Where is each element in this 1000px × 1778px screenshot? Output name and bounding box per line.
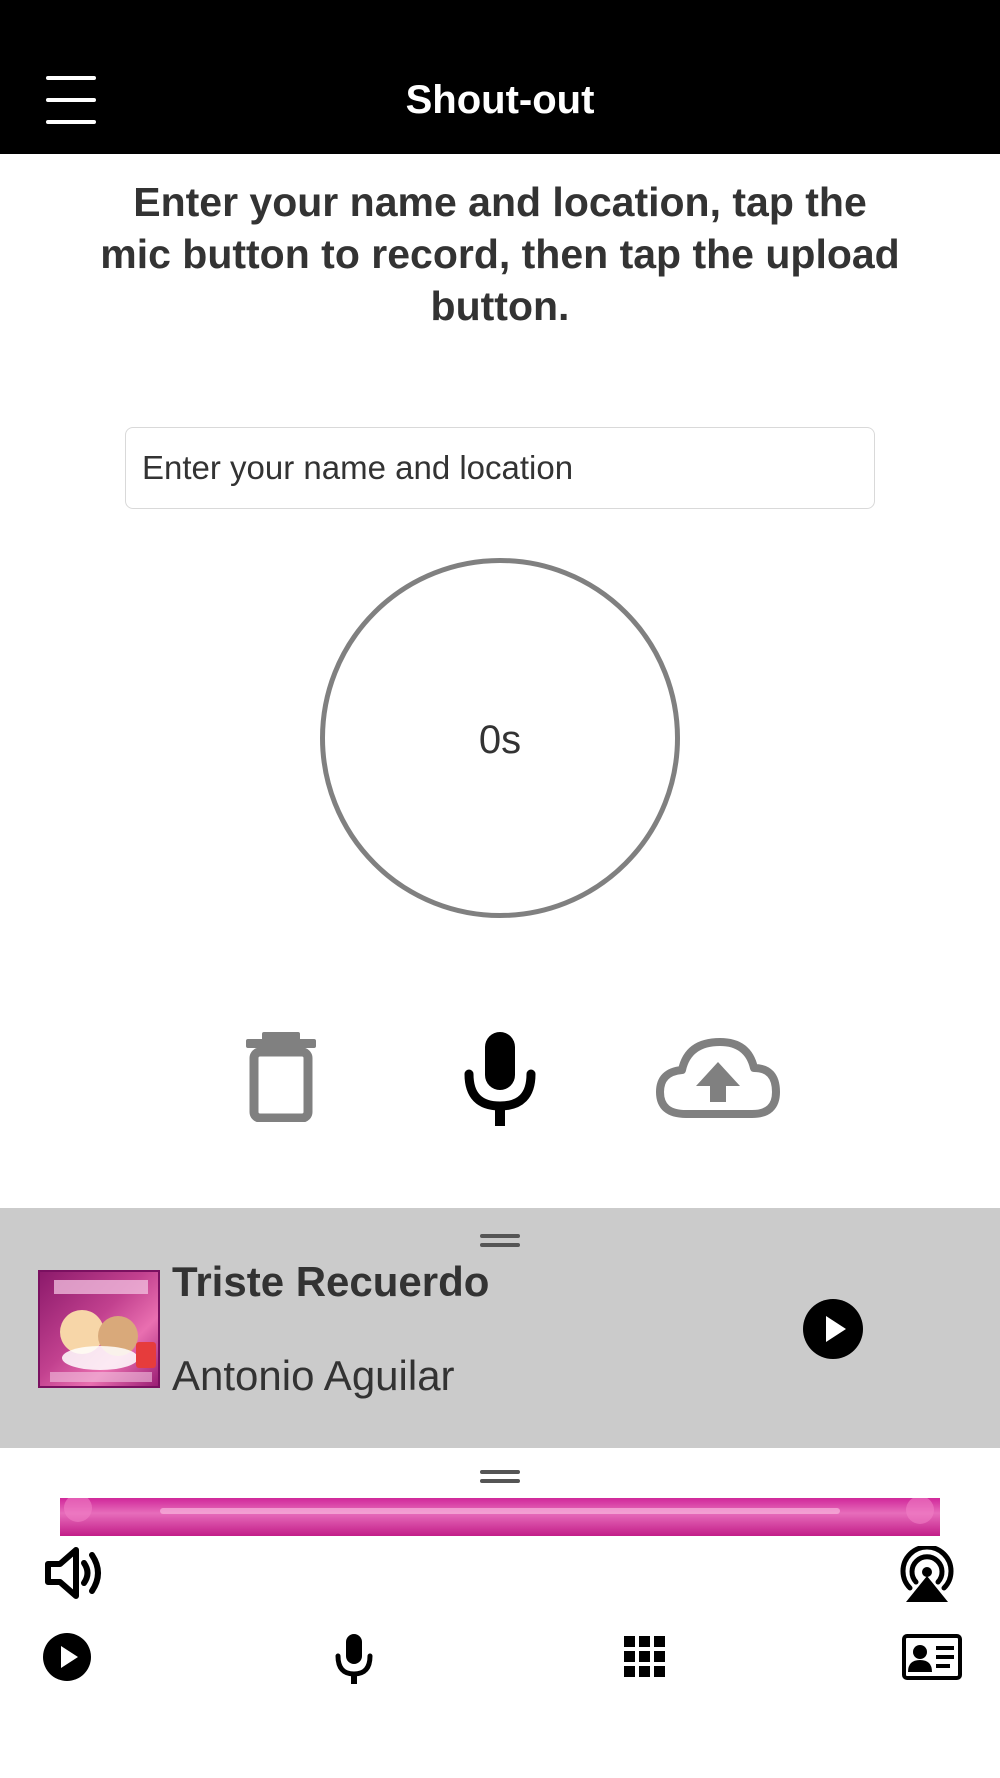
app-header: Shout-out [0, 0, 1000, 154]
airplay-button[interactable] [896, 1544, 958, 1604]
recording-timer-value: 0s [478, 718, 522, 762]
upload-button[interactable] [656, 1034, 780, 1120]
play-circle-icon [803, 1299, 863, 1359]
nav-play-button[interactable] [42, 1632, 92, 1682]
nav-contact-button[interactable] [902, 1634, 962, 1680]
grid-icon [624, 1636, 665, 1677]
trash-icon [246, 1032, 316, 1123]
track-artist: Antonio Aguilar [172, 1352, 455, 1399]
name-location-input[interactable] [125, 427, 875, 509]
album-art [38, 1270, 160, 1388]
track-title: Triste Recuerdo [172, 1258, 490, 1305]
microphone-icon [335, 1634, 373, 1684]
record-button[interactable] [462, 1030, 538, 1128]
page-title: Shout-out [405, 78, 595, 122]
delete-button[interactable] [244, 1030, 318, 1123]
nav-shoutout-button[interactable] [334, 1632, 374, 1686]
airplay-icon [900, 1544, 954, 1602]
nav-grid-button[interactable] [624, 1636, 666, 1678]
microphone-icon [464, 1032, 536, 1126]
cloud-upload-icon [656, 1038, 780, 1118]
drag-handle-icon[interactable] [480, 1234, 520, 1248]
drag-handle-icon[interactable] [480, 1470, 520, 1484]
contact-card-icon [902, 1634, 962, 1680]
instructions-text: Enter your name and location, tap the mi… [100, 179, 900, 329]
volume-button[interactable] [44, 1546, 106, 1600]
play-circle-icon [43, 1633, 91, 1681]
player-play-button[interactable] [802, 1298, 864, 1360]
speaker-volume-icon [45, 1547, 101, 1599]
promo-banner-image [60, 1498, 940, 1536]
